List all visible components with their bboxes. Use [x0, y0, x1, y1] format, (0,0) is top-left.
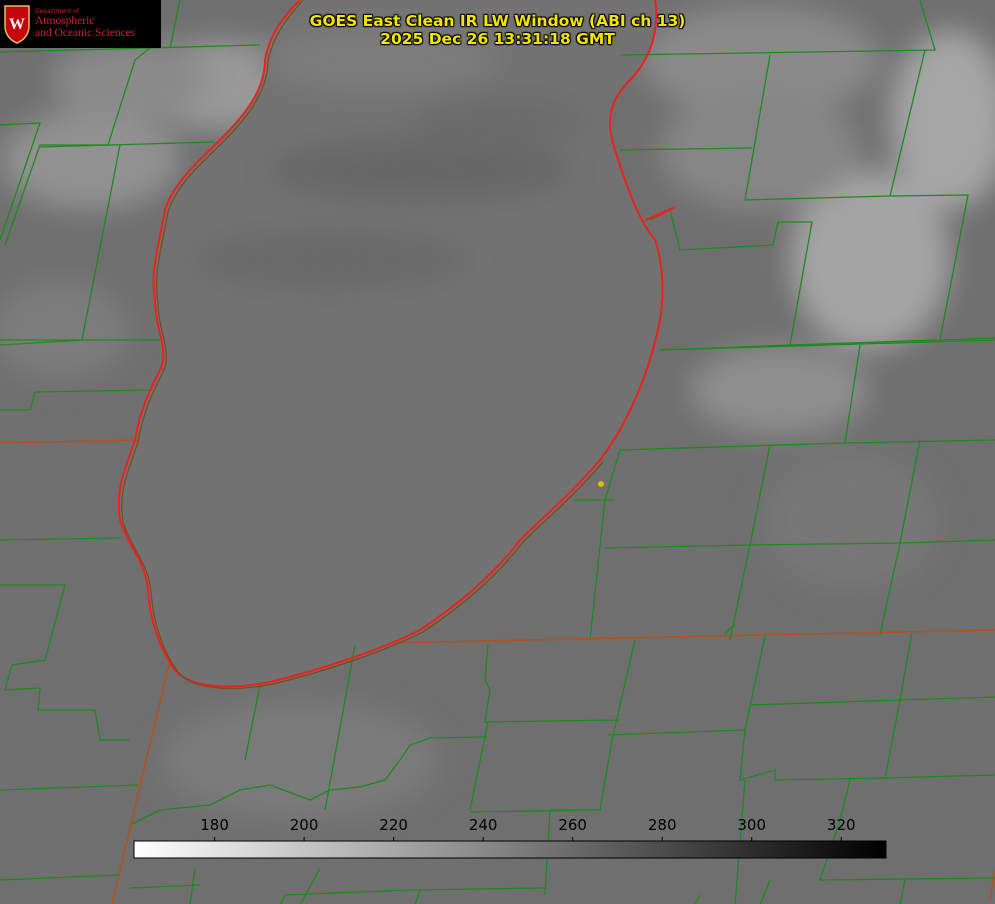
colorbar-tick-label: 200	[289, 816, 319, 834]
colorbar-tick-label: 300	[737, 816, 767, 834]
colorbar-gradient	[133, 840, 887, 859]
image-title: GOES East Clean IR LW Window (ABI ch 13)	[309, 12, 686, 30]
colorbar-tick-label: 220	[379, 816, 408, 834]
colorbar-tick-label: 240	[468, 816, 498, 834]
image-timestamp: 2025 Dec 26 13:31:18 GMT	[380, 30, 615, 48]
ir-satellite-image	[0, 0, 995, 904]
location-marker	[598, 481, 604, 487]
colorbar-tick-label: 280	[647, 816, 677, 834]
colorbar-tick-label: 260	[558, 816, 587, 834]
colorbar-tick-label: 320	[826, 816, 856, 834]
colorbar-tick-label: 180	[200, 816, 229, 834]
satellite-map: W Department of Atmospheric and Oceanic …	[0, 0, 995, 904]
